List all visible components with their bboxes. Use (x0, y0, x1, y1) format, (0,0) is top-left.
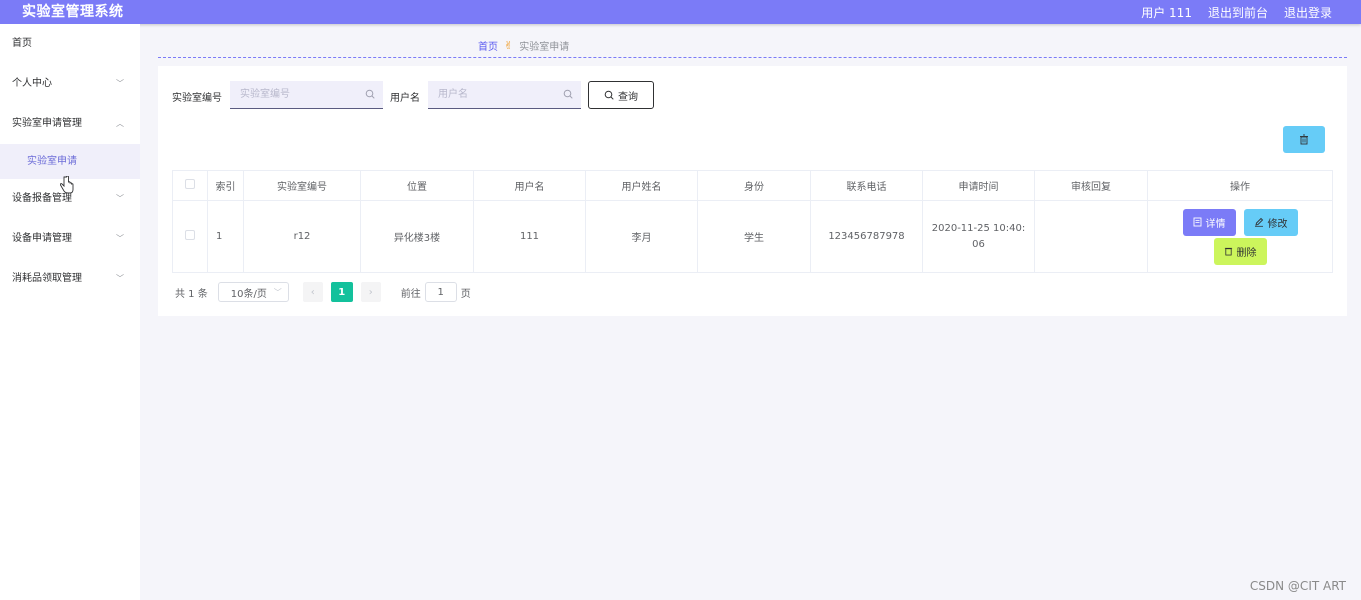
chevron-down-icon: ﹀ (116, 79, 124, 88)
column-header-identity: 身份 (697, 170, 811, 201)
sidebar-item-personal-center[interactable]: 个人中心 ﹀ (0, 64, 140, 104)
chevron-down-icon: ﹀ (116, 234, 124, 243)
cell-location: 异化楼3楼 (360, 200, 474, 273)
column-header-reply: 审核回复 (1034, 170, 1148, 201)
prev-page-button[interactable]: ‹ (302, 282, 323, 302)
select-all-cell[interactable] (172, 170, 208, 201)
search-icon (563, 89, 573, 99)
cell-phone: 123456787978 (810, 200, 923, 273)
batch-delete-button[interactable] (1283, 126, 1325, 153)
column-header-name: 用户姓名 (585, 170, 698, 201)
next-page-button[interactable]: › (360, 282, 381, 302)
goto-label: 前往 (400, 288, 421, 300)
edit-button[interactable]: 修改 (1243, 208, 1298, 236)
breadcrumb-current: 实验室申请 (519, 42, 570, 53)
sidebar-item-label: 个人中心 (12, 78, 52, 89)
sidebar-item-label: 设备报备管理 (12, 193, 72, 204)
watermark: CSDN @CIT ART (1249, 579, 1346, 593)
sidebar-item-label: 首页 (12, 38, 32, 49)
cell-actions: 详情 修改 删除 (1147, 200, 1333, 273)
cell-apply-time: 2020-11-25 10:40:06 (922, 200, 1035, 273)
breadcrumb-home[interactable]: 首页 (478, 38, 498, 53)
chevron-down-icon: ﹀ (273, 287, 282, 297)
lab-no-filter-label: 实验室编号 (172, 93, 222, 104)
sidebar-item-label: 设备申请管理 (12, 233, 72, 244)
query-button-label: 查询 (618, 91, 638, 103)
logout-link[interactable]: 退出登录 (1284, 4, 1332, 21)
cell-identity: 学生 (697, 200, 811, 273)
goto-page-input[interactable] (424, 282, 457, 302)
column-header-index: 索引 (207, 170, 244, 201)
cell-lab-no: r12 (243, 200, 361, 273)
query-button[interactable]: 查询 (588, 81, 654, 109)
cell-reply (1034, 200, 1148, 273)
sidebar-item-label: 消耗品领取管理 (12, 273, 82, 284)
chevron-up-icon: ︿ (116, 119, 124, 128)
sidebar-item-label: 实验室申请 (27, 156, 77, 167)
cell-name: 李月 (585, 200, 698, 273)
sidebar-subitem-lab-application[interactable]: 实验室申请 (0, 144, 140, 179)
sidebar-item-equipment-application-mgmt[interactable]: 设备申请管理 ﹀ (0, 219, 140, 259)
column-header-username: 用户名 (473, 170, 586, 201)
row-checkbox[interactable] (185, 230, 195, 240)
current-user-label[interactable]: 用户 111 (1141, 4, 1192, 21)
username-search-field[interactable] (428, 81, 581, 109)
search-icon (365, 89, 375, 99)
cell-index: 1 (207, 200, 244, 273)
username-filter-label: 用户名 (390, 93, 420, 104)
sidebar-item-lab-application-mgmt[interactable]: 实验室申请管理 ︿ (0, 104, 140, 144)
cell-username: 111 (473, 200, 586, 273)
username-search-input[interactable] (428, 81, 581, 108)
search-icon (604, 90, 614, 100)
exit-to-frontend-link[interactable]: 退出到前台 (1208, 4, 1268, 21)
total-count: 共 1 条 (175, 288, 208, 300)
column-header-apply-time: 申请时间 (922, 170, 1035, 201)
column-header-phone: 联系电话 (810, 170, 923, 201)
table-header-row: 索引 实验室编号 位置 用户名 用户姓名 身份 联系电话 申请时间 审核回复 操… (172, 170, 1333, 201)
lab-no-search-input[interactable] (230, 81, 383, 108)
chevron-down-icon: ﹀ (116, 274, 124, 283)
sidebar-item-consumables-mgmt[interactable]: 消耗品领取管理 ﹀ (0, 259, 140, 299)
sidebar-menu: 首页 个人中心 ﹀ 实验室申请管理 ︿ 实验室申请 设备报备管理 ﹀ 设备申请管… (0, 24, 140, 600)
edit-button-label: 修改 (1267, 218, 1288, 230)
detail-button-label: 详情 (1205, 218, 1226, 230)
page-number-current[interactable]: 1 (330, 282, 353, 302)
row-select-cell[interactable] (172, 200, 208, 273)
delete-button[interactable]: 删除 (1213, 237, 1267, 265)
document-icon (1193, 217, 1201, 227)
lab-no-search-field[interactable] (230, 81, 383, 109)
top-header: 实验室管理系统 用户 111 退出到前台 退出登录 (0, 0, 1361, 24)
column-header-lab-no: 实验室编号 (243, 170, 361, 201)
page-size-value: 10条/页 (230, 288, 267, 300)
lab-application-table: 索引 实验室编号 位置 用户名 用户姓名 身份 联系电话 申请时间 审核回复 操… (172, 170, 1333, 273)
chevron-down-icon: ﹀ (116, 194, 124, 203)
page-suffix-label: 页 (460, 288, 471, 300)
breadcrumb-divider (158, 57, 1347, 58)
pagination: 共 1 条 10条/页 ﹀ ‹ 1 › 前往 页 (175, 282, 471, 302)
trash-icon (1224, 247, 1232, 256)
delete-button-label: 删除 (1236, 247, 1257, 259)
app-title: 实验室管理系统 (22, 4, 124, 20)
column-header-actions: 操作 (1147, 170, 1333, 201)
sidebar-item-home[interactable]: 首页 (0, 24, 140, 64)
page-size-select[interactable]: 10条/页 ﹀ (217, 282, 289, 302)
edit-icon (1254, 217, 1263, 227)
content-panel: 实验室编号 用户名 查询 索引 实验室编号 位置 用户名 用户姓名 身份 联系电… (158, 66, 1347, 316)
sidebar-item-label: 实验室申请管理 (12, 118, 82, 129)
hand-separator-icon: ✌ (504, 39, 514, 52)
table-row: 1 r12 异化楼3楼 111 李月 学生 123456787978 2020-… (172, 200, 1333, 273)
column-header-location: 位置 (360, 170, 474, 201)
breadcrumb: 首页 ✌ 实验室申请 (478, 38, 569, 53)
select-all-checkbox[interactable] (185, 179, 195, 189)
hand-cursor-icon (60, 176, 74, 194)
detail-button[interactable]: 详情 (1182, 208, 1236, 236)
trash-icon (1300, 134, 1308, 145)
header-actions: 用户 111 退出到前台 退出登录 (1141, 0, 1332, 24)
